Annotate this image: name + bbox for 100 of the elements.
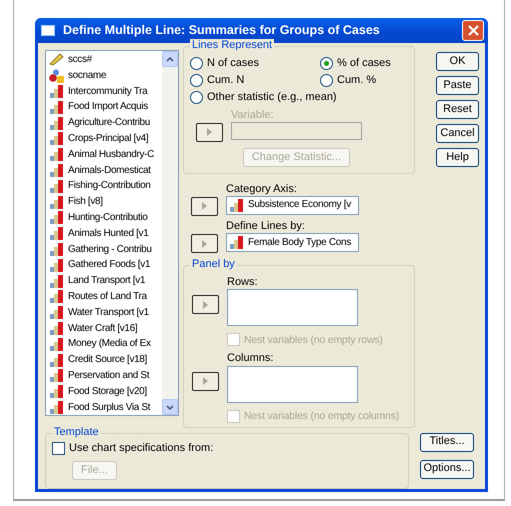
list-item[interactable]: Hunting-Contributio [68, 210, 148, 226]
window-icon [41, 25, 55, 36]
radio-button[interactable] [320, 74, 333, 88]
list-item[interactable]: Intercommunity Tra [68, 84, 148, 100]
bar-chart-icon [49, 84, 64, 98]
arrow-icon [203, 300, 208, 309]
arrow-icon [202, 240, 207, 248]
scroll-down-button[interactable] [162, 399, 178, 415]
variable-field[interactable]: Female Body Type Cons [226, 233, 359, 252]
list-item[interactable]: Agriculture-Contribu [68, 115, 150, 131]
list-item[interactable]: Food Surplus Via St [68, 400, 150, 415]
nominal-string-icon [49, 68, 64, 83]
dialog-button[interactable]: Help [436, 148, 479, 167]
bar-chart-icon [49, 369, 64, 382]
dialog-button[interactable]: Options... [420, 460, 474, 478]
list-item[interactable]: Animals-Domesticat [68, 162, 151, 178]
bar-chart-icon [49, 227, 64, 240]
arrow-button[interactable] [192, 372, 219, 390]
bar-chart-icon [49, 148, 64, 162]
field-label: Variable: [231, 108, 275, 122]
radio-button[interactable] [190, 74, 203, 88]
list-item[interactable]: Fishing-Contribution [68, 178, 150, 194]
bar-chart-icon [49, 338, 64, 351]
arrow-button[interactable] [192, 295, 219, 314]
checkbox-label: Nest variables (no empty rows) [244, 334, 383, 346]
bar-chart-icon [49, 100, 64, 114]
dialog-button[interactable]: Cancel [436, 124, 479, 143]
field-label: Define Lines by: [226, 220, 306, 234]
list-item[interactable]: Routes of Land Tra [68, 288, 147, 305]
bar-chart-icon [49, 274, 64, 288]
field-label: Category Axis: [226, 182, 298, 196]
dialog-button[interactable]: Reset [436, 100, 479, 119]
bar-chart-icon [229, 198, 244, 212]
radio-label: N of cases [207, 57, 259, 70]
bar-chart-icon [49, 322, 64, 335]
dialog-button[interactable]: Titles... [420, 432, 474, 452]
radio-button[interactable] [320, 57, 333, 70]
list-item[interactable]: Animal Husbandry-C [68, 146, 154, 163]
arrow-icon [207, 128, 212, 136]
bar-chart-icon [49, 116, 64, 130]
group-title: Template [52, 426, 101, 439]
list-item[interactable]: Animals Hunted [v1 [68, 226, 148, 242]
field-label: Rows: [227, 276, 259, 290]
list-item[interactable]: Food Storage [v20] [68, 384, 147, 400]
list-item[interactable]: sccs# [68, 52, 92, 68]
scrollbar[interactable] [162, 51, 178, 415]
chevron-down-icon [166, 404, 174, 410]
group-title: Lines Represent [190, 39, 274, 52]
variable-field[interactable]: Subsistence Economy [v [226, 196, 359, 215]
list-item[interactable]: Land Transport [v1 [68, 273, 146, 289]
bar-chart-icon [49, 180, 64, 193]
bar-chart-icon [49, 290, 64, 304]
arrow-icon [202, 202, 207, 210]
list-item[interactable]: Money (Media of Ex [68, 336, 151, 352]
dialog-button[interactable]: Paste [436, 76, 479, 95]
list-item[interactable]: Credit Source [v18] [68, 352, 147, 368]
checkbox[interactable] [52, 442, 65, 455]
radio-button[interactable] [190, 91, 203, 104]
field-label: Columns: [227, 352, 274, 366]
radio-label: Cum. N [207, 74, 244, 88]
radio-label: Cum. % [337, 74, 376, 88]
radio-label: Other statistic (e.g., mean) [207, 91, 337, 105]
scroll-up-button[interactable] [162, 51, 178, 67]
arrow-button[interactable] [196, 122, 223, 142]
checkbox-label: Nest variables (no empty columns) [244, 410, 400, 422]
bar-chart-icon [49, 211, 64, 224]
chevron-up-icon [166, 56, 174, 62]
bar-chart-icon [49, 164, 64, 177]
close-button[interactable] [462, 20, 484, 41]
bar-chart-icon [49, 306, 64, 320]
checkbox-label: Use chart specifications from: [69, 442, 214, 455]
close-icon [468, 25, 478, 36]
list-item[interactable]: Gathering - Contribu [68, 242, 152, 258]
arrow-button[interactable] [191, 234, 218, 254]
bar-chart-icon [49, 242, 64, 256]
bar-chart-icon [49, 196, 64, 209]
list-item[interactable]: Water Craft [v16] [68, 320, 138, 336]
variable-field[interactable] [227, 366, 358, 402]
list-item[interactable]: Perservation and St [68, 368, 150, 384]
list-item[interactable]: Fish [v8] [68, 194, 103, 210]
window-title: Define Multiple Line: Summaries for Groups of Cases [63, 23, 381, 38]
list-item[interactable]: Crops-Principal [v4] [68, 130, 148, 147]
arrow-icon [203, 377, 208, 385]
bar-chart-icon [49, 258, 64, 272]
radio-label: % of cases [337, 57, 391, 70]
arrow-button[interactable] [191, 196, 218, 216]
bar-chart-icon [49, 132, 64, 146]
dialog-button[interactable]: OK [436, 52, 479, 71]
list-item[interactable]: socname [68, 68, 106, 84]
variable-field[interactable] [231, 122, 362, 140]
bar-chart-icon [49, 385, 64, 398]
list-item[interactable]: Gathered Foods [v1 [68, 257, 150, 274]
list-item[interactable]: Water Transport [v1 [68, 304, 149, 321]
list-item[interactable]: Food Import Acquis [68, 99, 148, 116]
radio-button[interactable] [190, 57, 203, 70]
variable-field[interactable] [227, 289, 358, 326]
group-title: Panel by [190, 258, 237, 272]
ruler-icon [49, 53, 64, 66]
bar-chart-icon [49, 354, 64, 367]
bar-chart-icon [229, 236, 244, 250]
